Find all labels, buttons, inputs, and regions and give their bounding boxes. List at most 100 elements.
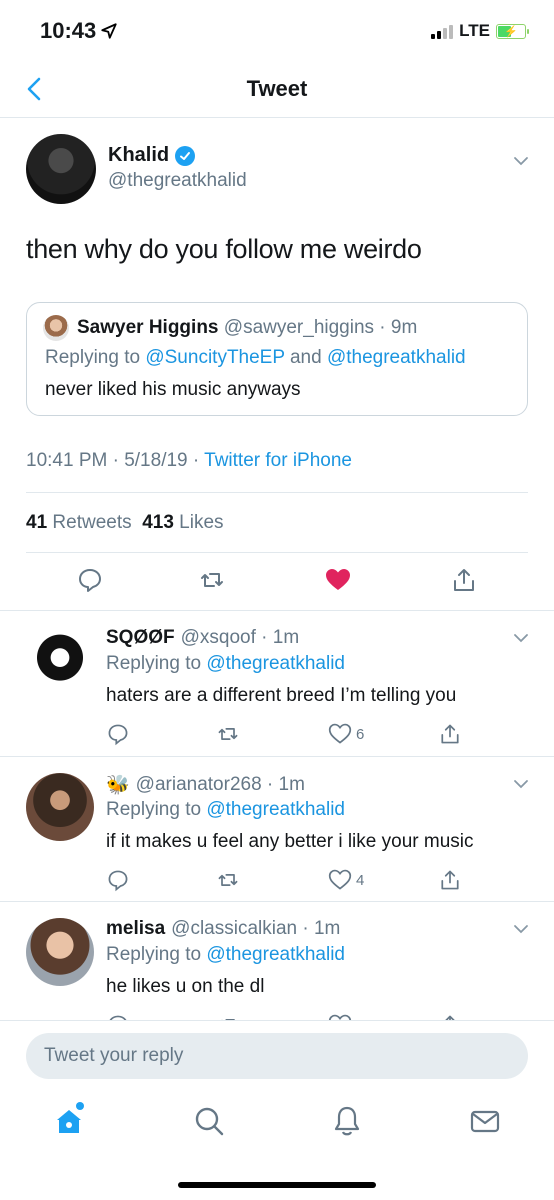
reply-text: he likes u on the dl [106, 976, 265, 997]
reply-avatar[interactable] [26, 918, 94, 986]
reply-author-handle[interactable]: @arianator268 · 1m [136, 774, 305, 796]
retweet-button[interactable] [216, 867, 240, 893]
retweet-count[interactable]: 41 [26, 512, 47, 533]
charging-bolt-icon: ⚡ [504, 25, 518, 38]
mention-link[interactable]: @thegreatkhalid [206, 944, 345, 965]
status-indicators: LTE ⚡ [431, 21, 529, 41]
bell-icon[interactable] [330, 1104, 364, 1138]
nav-header: Tweet [0, 62, 554, 118]
signal-icon [431, 23, 454, 39]
reply-icon[interactable] [76, 566, 104, 594]
reply-button[interactable] [106, 867, 130, 893]
chevron-down-icon[interactable] [512, 152, 530, 170]
home-indicator [178, 1182, 376, 1188]
divider [26, 492, 528, 493]
tweet-stats: 41 Retweets 413 Likes [26, 512, 224, 534]
reply-header: SQØØF @xsqoof · 1m [106, 627, 299, 649]
share-button[interactable] [438, 867, 462, 893]
author-name: Khalid [108, 144, 170, 166]
reply-replying-to: Replying to @thegreatkhalid [106, 799, 345, 821]
quote-author-name: Sawyer Higgins [77, 317, 219, 338]
reply-author-name[interactable]: SQØØF [106, 627, 175, 649]
chevron-down-icon[interactable] [512, 920, 530, 938]
timestamp-text: 10:41 PM · 5/18/19 · [26, 450, 205, 471]
verified-badge-icon [175, 145, 196, 166]
quote-header: Sawyer Higgins @sawyer_higgins · 9m [77, 317, 417, 339]
mention-link[interactable]: @SuncityTheEP [145, 347, 284, 368]
reply-avatar[interactable] [26, 773, 94, 841]
like-heart-icon[interactable] [324, 566, 352, 594]
heart-outline-icon [328, 723, 352, 744]
author-handle[interactable]: @thegreatkhalid [108, 170, 247, 192]
reply-text: haters are a different breed I’m telling… [106, 685, 457, 706]
author-avatar[interactable] [26, 134, 96, 204]
reply-icon [108, 724, 128, 746]
retweet-icon[interactable] [198, 566, 226, 594]
tweet-timestamp: 10:41 PM · 5/18/19 · Twitter for iPhone [26, 450, 352, 472]
battery-icon: ⚡ [496, 23, 529, 39]
mention-link[interactable]: @thegreatkhalid [206, 653, 345, 674]
status-bar: 10:43 LTE ⚡ [0, 0, 554, 62]
share-icon [441, 870, 459, 890]
quote-author-handle: @sawyer_higgins · 9m [223, 317, 418, 338]
reply-tweet[interactable]: 🐝 @arianator268 · 1m Replying to @thegre… [0, 757, 554, 902]
replying-prefix: Replying to [45, 347, 146, 368]
author-name-row[interactable]: Khalid [108, 144, 196, 167]
divider [26, 552, 528, 553]
reply-author-name[interactable]: melisa [106, 918, 165, 940]
reply-replying-to: Replying to @thegreatkhalid [106, 653, 345, 675]
reply-tweet[interactable]: SQØØF @xsqoof · 1m Replying to @thegreat… [0, 611, 554, 756]
replying-prefix: Replying to [106, 944, 207, 965]
tab-bar [0, 1090, 554, 1160]
search-icon[interactable] [192, 1104, 226, 1138]
retweet-icon [218, 874, 238, 886]
heart-outline-icon [328, 869, 352, 890]
reply-action-bar: 4 [106, 867, 466, 897]
reply-button[interactable] [106, 721, 130, 747]
share-icon[interactable] [450, 566, 478, 594]
source-link[interactable]: Twitter for iPhone [204, 450, 352, 471]
reply-replying-to: Replying to @thegreatkhalid [106, 944, 345, 966]
quote-replying-to: Replying to @SuncityTheEP and @thegreatk… [45, 347, 466, 369]
reply-author-handle[interactable]: @classicalkian · 1m [171, 918, 340, 940]
mention-link[interactable]: @thegreatkhalid [327, 347, 466, 368]
like-count[interactable]: 413 [142, 512, 174, 533]
replying-prefix: Replying to [106, 653, 207, 674]
location-arrow-icon [101, 23, 117, 39]
replying-prefix: Replying to [106, 799, 207, 820]
like-count: 6 [356, 725, 365, 743]
reply-header: 🐝 @arianator268 · 1m [106, 773, 305, 797]
replying-and: and [284, 347, 327, 368]
reply-author-handle[interactable]: @xsqoof · 1m [181, 627, 300, 649]
reply-avatar[interactable] [26, 627, 94, 695]
like-button[interactable]: 4 [328, 867, 364, 893]
retweets-label[interactable]: Retweets [52, 512, 131, 533]
like-count: 4 [356, 871, 365, 889]
reply-input[interactable] [26, 1033, 528, 1079]
reply-text: if it makes u feel any better i like you… [106, 831, 474, 852]
tweet-text: then why do you follow me weirdo [26, 234, 422, 264]
reply-composer [0, 1020, 554, 1090]
like-button[interactable]: 6 [328, 721, 364, 747]
status-time: 10:43 [40, 18, 97, 43]
tweet-action-bar [0, 558, 554, 610]
retweet-icon [218, 728, 238, 740]
quote-avatar [43, 315, 69, 341]
share-button[interactable] [438, 721, 462, 747]
mail-icon[interactable] [468, 1104, 502, 1138]
mention-link[interactable]: @thegreatkhalid [206, 799, 345, 820]
quote-text: never liked his music anyways [45, 379, 301, 400]
page-title: Tweet [246, 76, 308, 101]
share-icon [441, 724, 459, 744]
network-label: LTE [459, 21, 490, 40]
likes-label[interactable]: Likes [179, 512, 223, 533]
reply-author-name[interactable]: 🐝 [106, 773, 130, 797]
chevron-down-icon[interactable] [512, 629, 530, 647]
reply-header: melisa @classicalkian · 1m [106, 918, 340, 940]
retweet-button[interactable] [216, 721, 240, 747]
quoted-tweet-card[interactable]: Sawyer Higgins @sawyer_higgins · 9m Repl… [26, 302, 528, 416]
chevron-down-icon[interactable] [512, 775, 530, 793]
reply-action-bar: 6 [106, 721, 466, 751]
reply-icon [108, 870, 128, 892]
home-notification-dot [76, 1102, 84, 1110]
